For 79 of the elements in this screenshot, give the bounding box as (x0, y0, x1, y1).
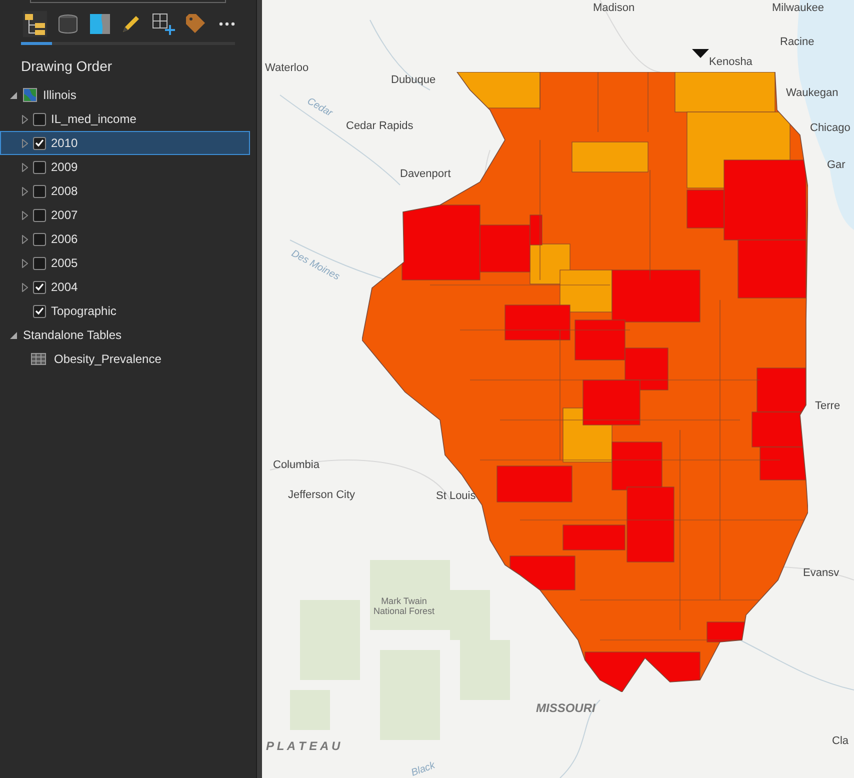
collapsed-caret-icon[interactable] (22, 186, 28, 196)
layer-row[interactable]: 2010 (0, 131, 250, 155)
map-label: Racine (780, 35, 814, 50)
contents-tab[interactable] (89, 11, 111, 37)
checkmark-icon (35, 139, 44, 147)
checkbox[interactable] (33, 304, 46, 318)
map-name: Illinois (43, 87, 76, 104)
table-name[interactable]: Obesity_Prevalence (54, 350, 162, 368)
triangle-marker-icon (692, 49, 709, 58)
checkmark-icon (35, 307, 44, 315)
map-icon (89, 13, 111, 35)
checkbox[interactable] (33, 232, 46, 246)
checkbox[interactable] (33, 208, 46, 222)
contents-tab[interactable] (151, 11, 175, 37)
layer-name: IL_med_income (51, 111, 136, 128)
layer-row[interactable]: 2004 (0, 275, 250, 299)
checkbox[interactable] (33, 280, 46, 294)
map-label: Chicago (810, 121, 850, 136)
checkmark-icon (35, 283, 44, 291)
map-label: Jefferson City (288, 488, 356, 503)
collapsed-caret-icon[interactable] (22, 210, 28, 220)
layer-name: 2005 (51, 255, 78, 272)
map-label: Cedar (304, 94, 336, 121)
map-label: P L A T E A U (266, 738, 340, 755)
checkbox[interactable] (33, 136, 46, 150)
layer-name: 2004 (51, 279, 78, 296)
map-label: St Louis (436, 489, 476, 504)
checkbox[interactable] (33, 160, 46, 174)
map-label: Evansv (803, 566, 840, 581)
layer-row[interactable]: 2007 (0, 203, 250, 227)
pane-title: Drawing Order (20, 57, 114, 76)
contents-tab[interactable] (23, 11, 47, 37)
map-label: Waterloo (265, 61, 309, 76)
layer-name: 2009 (51, 159, 78, 176)
map-label: Dubuque (391, 73, 436, 88)
map-label: Mark Twain National Forest (372, 596, 436, 616)
collapsed-caret-icon[interactable] (22, 114, 28, 124)
map-label: Black (409, 759, 438, 778)
checkbox[interactable] (33, 112, 46, 126)
layer-list-icon (23, 12, 47, 36)
checkbox[interactable] (33, 184, 46, 198)
collapsed-caret-icon[interactable] (22, 234, 28, 244)
map-label: Cla (832, 734, 849, 749)
map-label: Davenport (400, 167, 451, 182)
table-icon (31, 353, 46, 365)
layer-row[interactable]: 2008 (0, 179, 250, 203)
map-label: Cedar Rapids (346, 119, 414, 134)
map-label: MISSOURI (536, 700, 596, 717)
layer-row[interactable]: Topographic (0, 299, 250, 323)
collapsed-caret-icon[interactable] (22, 282, 28, 292)
layer-row[interactable]: 2005 (0, 251, 250, 275)
collapsed-caret-icon[interactable] (22, 258, 28, 268)
map-label: Madison (593, 1, 635, 16)
layer-name: 2006 (51, 231, 78, 248)
layer-name: 2008 (51, 183, 78, 200)
checkbox[interactable] (33, 256, 46, 270)
map-icon (23, 88, 37, 102)
map-label: Terre (815, 399, 840, 414)
collapsed-caret-icon[interactable] (22, 138, 28, 148)
layer-name: Topographic (51, 303, 116, 320)
more-icon (219, 22, 235, 26)
group-name: Standalone Tables (23, 327, 122, 344)
layer-name: 2010 (51, 135, 78, 152)
layer-name: 2007 (51, 207, 78, 224)
database-icon (56, 12, 80, 36)
layer-row[interactable]: 2006 (0, 227, 250, 251)
layer-row[interactable]: 2009 (0, 155, 250, 179)
grid-plus-icon (151, 12, 175, 36)
map-label: Kenosha (709, 55, 752, 70)
expanded-caret-icon[interactable] (10, 92, 17, 98)
pencil-icon (120, 13, 142, 35)
collapsed-caret-icon[interactable] (22, 162, 28, 172)
map-label: Milwaukee (772, 1, 824, 16)
layer-row[interactable]: IL_med_income (0, 107, 250, 131)
expanded-caret-icon[interactable] (10, 332, 17, 338)
map-label: Columbia (273, 458, 320, 473)
tag-icon (184, 13, 206, 35)
map-label: Gar (827, 158, 846, 173)
map-label: Waukegan (786, 86, 838, 101)
